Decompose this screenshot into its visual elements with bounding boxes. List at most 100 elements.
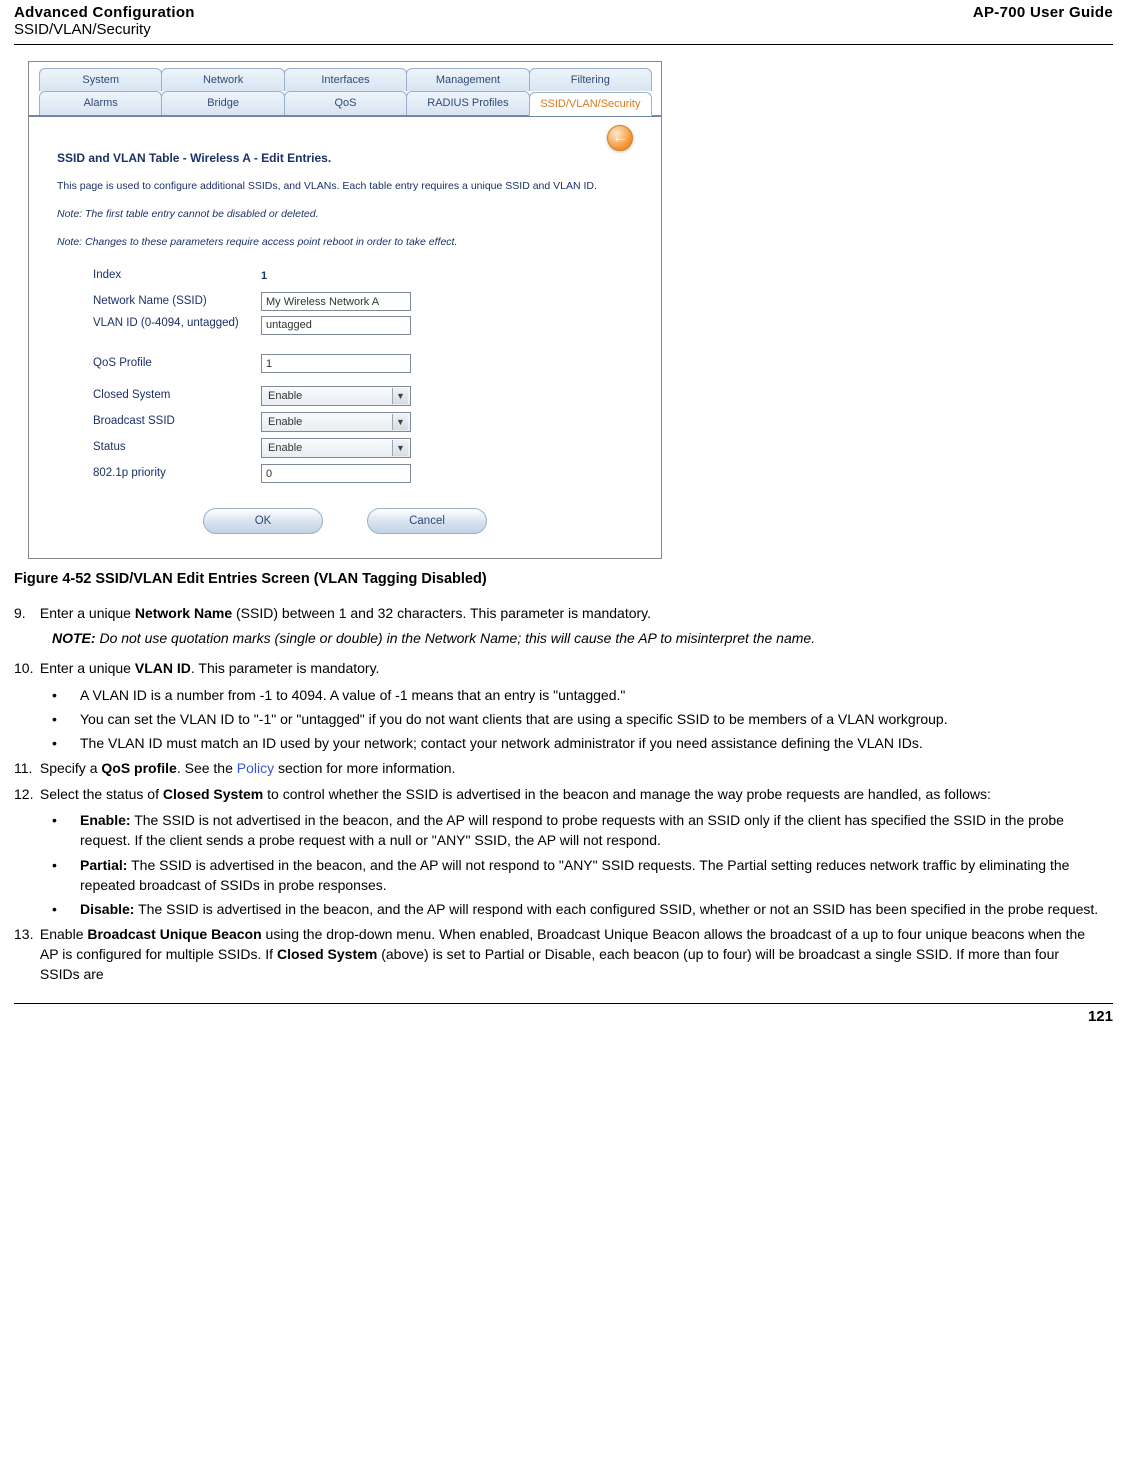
tab-qos[interactable]: QoS bbox=[284, 91, 407, 115]
step-13-a: Enable bbox=[40, 926, 87, 942]
label-qos: QoS Profile bbox=[93, 356, 261, 370]
footer-rule bbox=[14, 1003, 1113, 1004]
tab-bridge[interactable]: Bridge bbox=[161, 91, 284, 115]
back-button[interactable]: ← bbox=[607, 125, 633, 151]
step-13-num: 13. bbox=[14, 924, 36, 944]
step-9-bold: Network Name bbox=[135, 605, 232, 621]
tab-ssid-vlan-security[interactable]: SSID/VLAN/Security bbox=[529, 92, 652, 116]
vlan-input[interactable] bbox=[261, 316, 411, 335]
bullet-text: A VLAN ID is a number from -1 to 4094. A… bbox=[80, 685, 1113, 705]
tab-filtering[interactable]: Filtering bbox=[529, 68, 652, 91]
row-index: Index 1 bbox=[93, 264, 633, 288]
step-13-b: Broadcast Unique Beacon bbox=[87, 926, 261, 942]
label-status: Status bbox=[93, 440, 261, 454]
step-9-part1: Enter a unique bbox=[40, 605, 135, 621]
policy-link[interactable]: Policy bbox=[237, 760, 274, 776]
row-status: Status Enable ▼ bbox=[93, 436, 633, 460]
ok-button[interactable]: OK bbox=[203, 508, 323, 534]
closed-value: Enable bbox=[268, 390, 302, 402]
form-grid: Index 1 Network Name (SSID) VLAN ID (0-4… bbox=[93, 264, 633, 486]
closed-select[interactable]: Enable ▼ bbox=[261, 386, 411, 406]
row-vlan: VLAN ID (0-4094, untagged) bbox=[93, 316, 633, 350]
header-rule bbox=[14, 44, 1113, 45]
step-11-a: Specify a bbox=[40, 760, 101, 776]
bullet-body: The SSID is advertised in the beacon, an… bbox=[80, 857, 1069, 893]
step-12-a: Select the status of bbox=[40, 786, 163, 802]
label-vlan: VLAN ID (0-4094, untagged) bbox=[93, 316, 261, 330]
note-label: NOTE: bbox=[52, 630, 96, 646]
bullet-dot: • bbox=[52, 810, 80, 851]
step-10-text: Enter a unique VLAN ID. This parameter i… bbox=[40, 658, 1100, 678]
bullet-body: The SSID is advertised in the beacon, an… bbox=[134, 901, 1098, 917]
note-line: NOTE: Do not use quotation marks (single… bbox=[52, 629, 1113, 649]
page-number: 121 bbox=[14, 1008, 1113, 1033]
step-13-d: Closed System bbox=[277, 946, 377, 962]
row-broadcast: Broadcast SSID Enable ▼ bbox=[93, 410, 633, 434]
back-arrow-icon: ← bbox=[612, 129, 628, 147]
chevron-down-icon: ▼ bbox=[392, 414, 408, 430]
label-ssid: Network Name (SSID) bbox=[93, 294, 261, 308]
panel-title: SSID and VLAN Table - Wireless A - Edit … bbox=[57, 151, 633, 165]
step-10-bullet-3: • The VLAN ID must match an ID used by y… bbox=[52, 733, 1113, 753]
step-11-text: Specify a QoS profile. See the Policy se… bbox=[40, 758, 1100, 778]
step-12-text: Select the status of Closed System to co… bbox=[40, 784, 1100, 804]
panel-note-2: Note: Changes to these parameters requir… bbox=[57, 235, 633, 249]
step-9: 9. Enter a unique Network Name (SSID) be… bbox=[14, 603, 1113, 623]
step-9-num: 9. bbox=[14, 603, 36, 623]
step-11: 11. Specify a QoS profile. See the Polic… bbox=[14, 758, 1113, 778]
label-closed: Closed System bbox=[93, 388, 261, 402]
row-priority: 802.1p priority bbox=[93, 462, 633, 486]
tab-alarms[interactable]: Alarms bbox=[39, 91, 162, 115]
step-12-bullet-partial: • Partial: The SSID is advertised in the… bbox=[52, 855, 1113, 896]
tab-system[interactable]: System bbox=[39, 68, 162, 91]
step-12-b: Closed System bbox=[163, 786, 263, 802]
page-header: Advanced Configuration SSID/VLAN/Securit… bbox=[14, 0, 1113, 44]
bullet-label: Partial: bbox=[80, 857, 127, 873]
header-title: Advanced Configuration bbox=[14, 4, 195, 21]
step-10: 10. Enter a unique VLAN ID. This paramet… bbox=[14, 658, 1113, 678]
ssid-input[interactable] bbox=[261, 292, 411, 311]
step-10-bullet-2: • You can set the VLAN ID to "-1" or "un… bbox=[52, 709, 1113, 729]
bullet-dot: • bbox=[52, 733, 80, 753]
tabs-row-bottom: Alarms Bridge QoS RADIUS Profiles SSID/V… bbox=[29, 91, 661, 117]
step-12-bullet-enable: • Enable: The SSID is not advertised in … bbox=[52, 810, 1113, 851]
bullet-text: Enable: The SSID is not advertised in th… bbox=[80, 810, 1113, 851]
broadcast-value: Enable bbox=[268, 416, 302, 428]
value-index: 1 bbox=[261, 270, 267, 282]
row-ssid: Network Name (SSID) bbox=[93, 290, 633, 314]
header-left: Advanced Configuration SSID/VLAN/Securit… bbox=[14, 4, 195, 38]
bullet-text: You can set the VLAN ID to "-1" or "unta… bbox=[80, 709, 1113, 729]
tab-management[interactable]: Management bbox=[406, 68, 529, 91]
step-10-c: . This parameter is mandatory. bbox=[191, 660, 380, 676]
bullet-body: The SSID is not advertised in the beacon… bbox=[80, 812, 1064, 848]
step-13-text: Enable Broadcast Unique Beacon using the… bbox=[40, 924, 1100, 985]
chevron-down-icon: ▼ bbox=[392, 388, 408, 404]
step-12: 12. Select the status of Closed System t… bbox=[14, 784, 1113, 804]
step-10-a: Enter a unique bbox=[40, 660, 135, 676]
tab-network[interactable]: Network bbox=[161, 68, 284, 91]
note-body: Do not use quotation marks (single or do… bbox=[96, 630, 816, 646]
priority-input[interactable] bbox=[261, 464, 411, 483]
cancel-button[interactable]: Cancel bbox=[367, 508, 487, 534]
bullet-text: Partial: The SSID is advertised in the b… bbox=[80, 855, 1113, 896]
button-row: OK Cancel bbox=[57, 488, 633, 552]
bullet-label: Disable: bbox=[80, 901, 134, 917]
row-closed: Closed System Enable ▼ bbox=[93, 384, 633, 408]
bullet-dot: • bbox=[52, 709, 80, 729]
label-priority: 802.1p priority bbox=[93, 466, 261, 480]
chevron-down-icon: ▼ bbox=[392, 440, 408, 456]
step-10-b: VLAN ID bbox=[135, 660, 191, 676]
step-10-num: 10. bbox=[14, 658, 36, 678]
status-select[interactable]: Enable ▼ bbox=[261, 438, 411, 458]
step-13: 13. Enable Broadcast Unique Beacon using… bbox=[14, 924, 1113, 985]
tab-interfaces[interactable]: Interfaces bbox=[284, 68, 407, 91]
step-11-d: section for more information. bbox=[274, 760, 455, 776]
qos-input[interactable] bbox=[261, 354, 411, 373]
bullet-text: The VLAN ID must match an ID used by you… bbox=[80, 733, 1113, 753]
header-guide: AP-700 User Guide bbox=[973, 4, 1113, 21]
broadcast-select[interactable]: Enable ▼ bbox=[261, 412, 411, 432]
tab-radius[interactable]: RADIUS Profiles bbox=[406, 91, 529, 115]
bullet-dot: • bbox=[52, 685, 80, 705]
step-12-num: 12. bbox=[14, 784, 36, 804]
step-12-bullet-disable: • Disable: The SSID is advertised in the… bbox=[52, 899, 1113, 919]
